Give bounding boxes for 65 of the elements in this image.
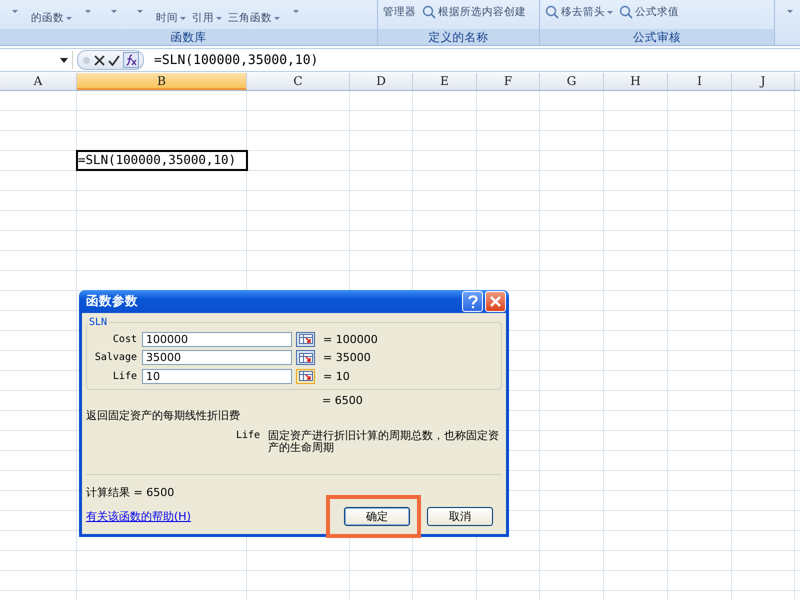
column-header[interactable]: G (540, 73, 604, 90)
calculation-result: 计算结果 = 6500 (86, 484, 176, 498)
argument-description: 固定资产进行折旧计算的周期总数，也称固定资产的生命周期 (268, 430, 500, 456)
ribbon-button[interactable]: 引用 (191, 10, 223, 26)
argument-name: Life (236, 430, 260, 442)
argument-result: = 35000 (323, 351, 371, 364)
ribbon-button[interactable]: 时间 (155, 10, 187, 26)
column-header[interactable]: B (77, 73, 247, 90)
dialog-title: 函数参数 (86, 293, 139, 310)
caret-icon (60, 58, 68, 62)
caret-icon (293, 10, 299, 13)
function-name: SLN (88, 317, 108, 328)
handle-icon[interactable] (82, 56, 91, 64)
group-label: 公式审核 (540, 29, 774, 45)
cancel-icon[interactable] (94, 54, 105, 66)
argument-label: Life (112, 370, 137, 382)
column-header[interactable]: D (350, 73, 413, 90)
caret-icon (111, 10, 117, 13)
ribbon-button[interactable]: 公式求值 (618, 4, 680, 20)
group-label: 函数库 (0, 29, 377, 45)
caret-icon (787, 10, 793, 13)
range-picker-button[interactable] (296, 368, 315, 384)
check-icon[interactable] (108, 54, 120, 66)
ribbon-button[interactable]: 三角函数 (227, 10, 281, 26)
range-picker-icon (298, 334, 312, 344)
column-header[interactable]: F (477, 73, 540, 90)
range-picker-button[interactable] (296, 350, 315, 366)
column-header[interactable]: J (732, 73, 795, 90)
argument-result: = 100000 (323, 332, 378, 346)
formula-result: = 6500 (322, 394, 364, 408)
function-icon[interactable] (123, 52, 139, 68)
group-label: 定义的名称 (378, 29, 539, 45)
column-header[interactable]: I (668, 73, 732, 90)
range-picker-icon (298, 352, 312, 363)
range-picker-button[interactable] (296, 332, 315, 347)
range-picker-icon (298, 371, 312, 382)
close-icon (490, 296, 501, 307)
dialog-button[interactable]: 确定 (344, 507, 410, 526)
question-icon (468, 294, 478, 308)
caret-icon (137, 10, 143, 13)
argument-label: Salvage (94, 352, 137, 364)
column-header[interactable]: H (604, 73, 668, 90)
ribbon-button[interactable]: 根据所选内容创建 (421, 4, 527, 20)
help-link[interactable]: 有关该函数的帮助(H) (86, 509, 330, 524)
caret-icon (85, 10, 91, 13)
ribbon-button[interactable]: 的函数 (30, 10, 73, 26)
argument-input[interactable]: 35000 (142, 350, 292, 366)
close-button[interactable] (485, 291, 506, 312)
ribbon-button[interactable]: 管理器 (382, 4, 417, 20)
argument-input[interactable]: 100000 (142, 332, 292, 347)
ribbon-button[interactable]: 移去箭头 (544, 4, 614, 20)
caret-icon (12, 10, 18, 13)
argument-result: = 10 (323, 370, 350, 383)
dialog-button[interactable]: 取消 (427, 507, 493, 526)
formula-input[interactable]: =SLN(100000,35000,10) (154, 52, 318, 68)
help-button[interactable] (462, 291, 483, 312)
tool-icon (545, 5, 559, 19)
tool-icon (619, 5, 633, 19)
active-cell[interactable]: =SLN(100000,35000,10) (77, 151, 247, 170)
argument-input[interactable]: 10 (142, 368, 292, 384)
column-header[interactable]: C (247, 73, 350, 90)
function-description: 返回固定资产的每期线性折旧费 (86, 408, 241, 424)
argument-label: Cost (112, 334, 137, 345)
tool-icon (422, 5, 436, 19)
column-header[interactable]: E (413, 73, 477, 90)
